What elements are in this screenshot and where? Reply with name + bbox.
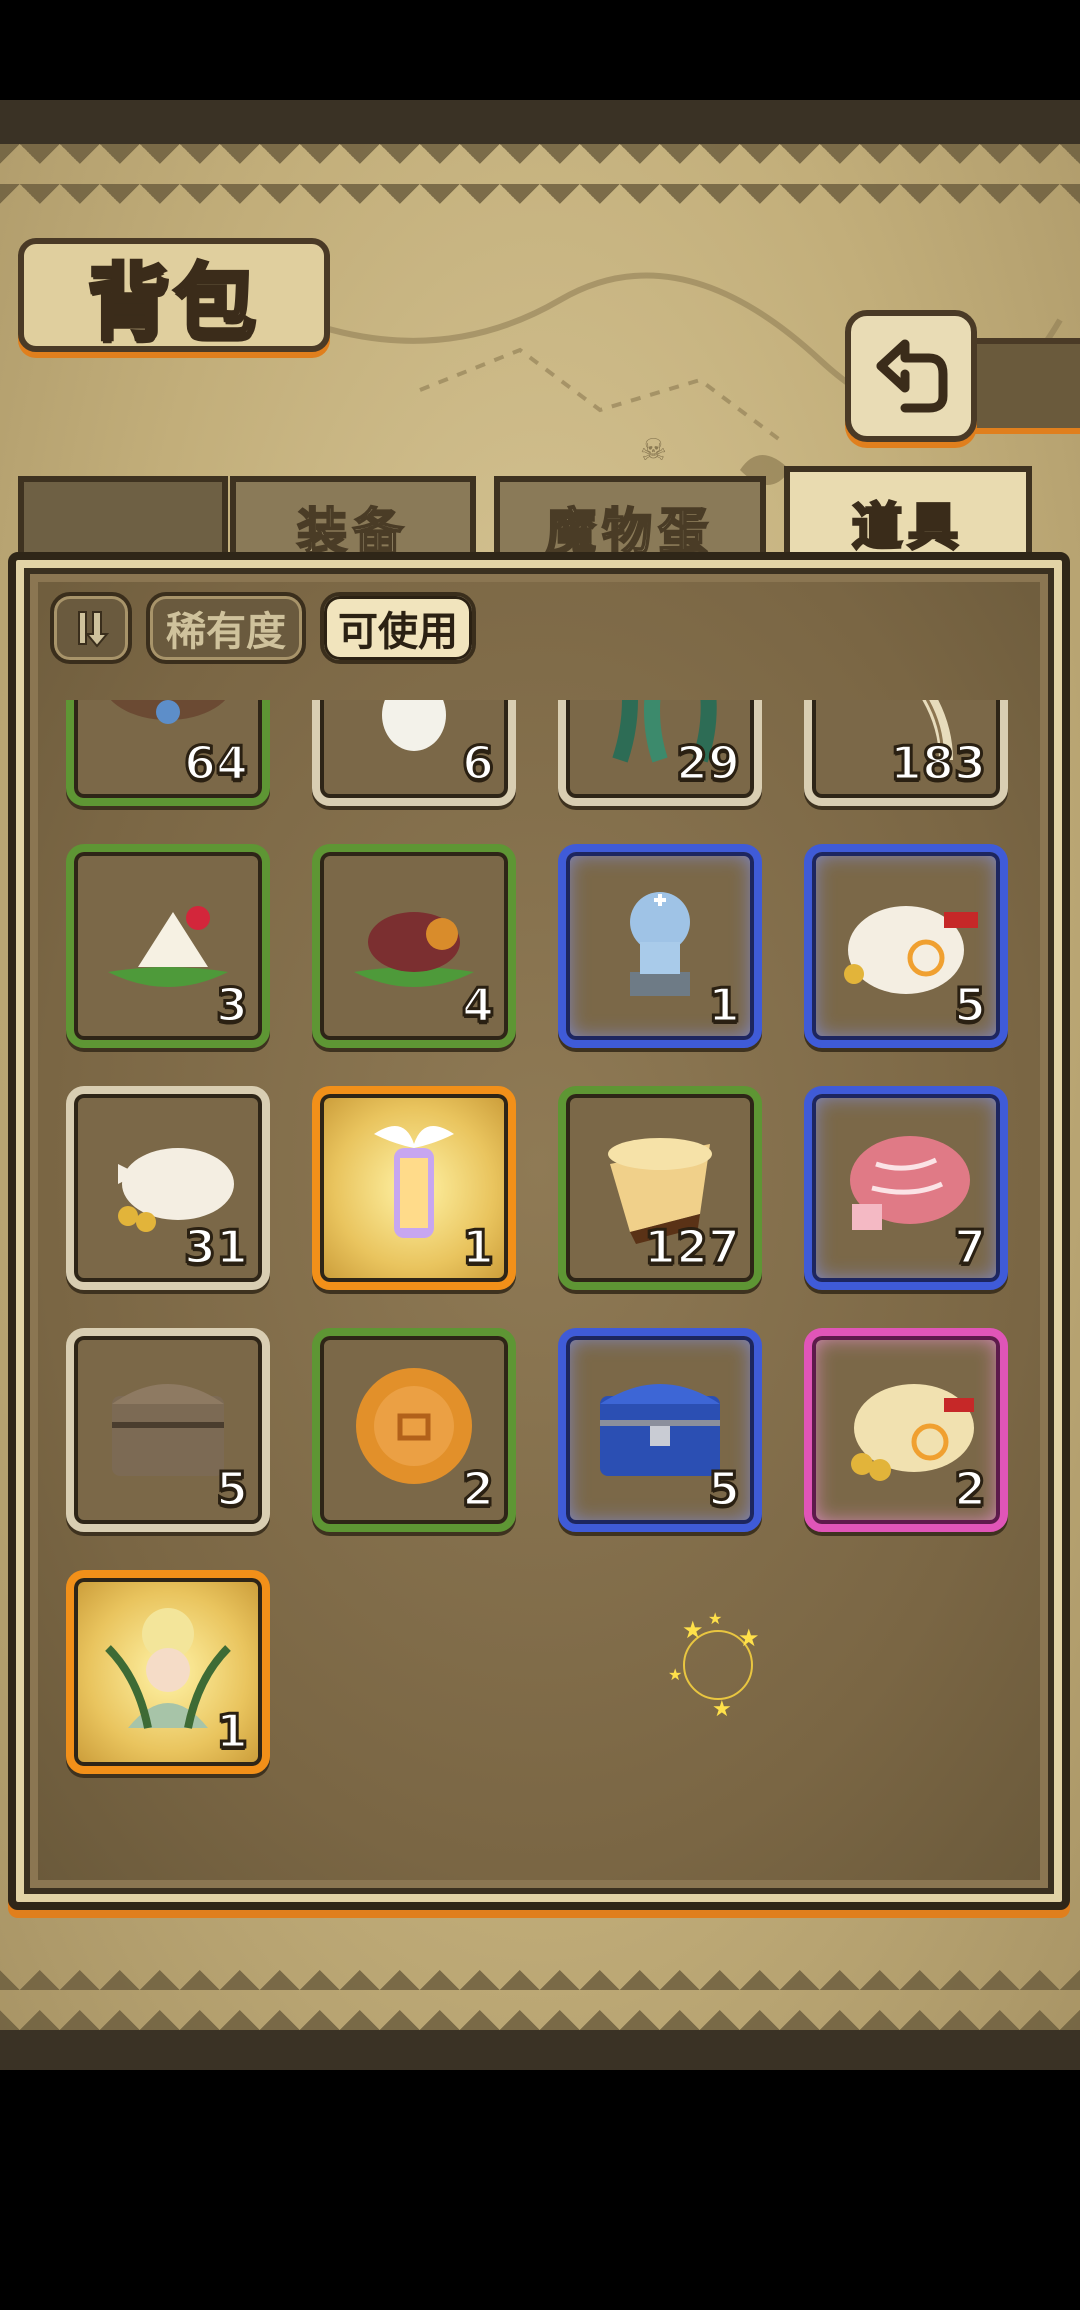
item-grid: 64 6 29 183 3 4 1 5 31 1 127 7 5 2 5 2 1: [66, 700, 1008, 1774]
item-slot-swirl-coin-sack[interactable]: 5: [804, 844, 1008, 1048]
page-title: 背包: [86, 253, 260, 353]
item-quantity: 4: [460, 977, 495, 1034]
item-grid-viewport[interactable]: 64 6 29 183 3 4 1 5 31 1 127 7 5 2 5 2 1: [40, 700, 1040, 1860]
item-quantity: 127: [642, 1219, 741, 1276]
item-quantity: 3: [214, 977, 249, 1034]
bottom-border: [0, 2030, 1080, 2070]
item-slot-knight-statue[interactable]: 1: [558, 844, 762, 1048]
svg-text:★: ★: [682, 1616, 704, 1644]
sort-toggle-button[interactable]: [50, 592, 132, 664]
svg-text:☠: ☠: [640, 433, 667, 468]
tab-items-label: 道具: [851, 497, 964, 558]
item-quantity: 5: [706, 1461, 741, 1518]
item-slot-blue-chest[interactable]: 5: [558, 1328, 762, 1532]
item-quantity: 1: [460, 1219, 495, 1276]
item-slot-quill-fish[interactable]: 183: [804, 700, 1008, 806]
svg-text:★: ★: [708, 1610, 722, 1628]
item-slot-seaweed[interactable]: 29: [558, 700, 762, 806]
item-slot-rice-dumpling[interactable]: 3: [66, 844, 270, 1048]
item-quantity: 2: [460, 1461, 495, 1518]
item-quantity: 2: [952, 1461, 987, 1518]
item-slot-coin-bag[interactable]: 31: [66, 1086, 270, 1290]
item-slot-wooden-chest[interactable]: 5: [66, 1328, 270, 1532]
item-quantity: 5: [952, 977, 987, 1034]
sort-icon: [78, 611, 110, 648]
item-quantity: 1: [706, 977, 741, 1034]
usable-filter-button[interactable]: 可使用: [320, 592, 476, 664]
item-quantity: 31: [182, 1219, 249, 1276]
item-quantity: 64: [182, 735, 249, 792]
back-button[interactable]: [845, 310, 977, 442]
item-slot-sweet-potato[interactable]: 4: [312, 844, 516, 1048]
item-slot-pudding[interactable]: 127: [558, 1086, 762, 1290]
item-quantity: 29: [674, 735, 741, 792]
item-slot-flower-fairy[interactable]: 1: [66, 1570, 270, 1774]
item-quantity: 6: [460, 735, 495, 792]
item-slot-big-coin-sack[interactable]: 2: [804, 1328, 1008, 1532]
bottom-zigzag-border: [0, 1970, 1080, 2030]
top-border: [0, 100, 1080, 144]
rarity-filter-button[interactable]: 稀有度: [146, 592, 306, 664]
item-slot-paw-bowl[interactable]: 64: [66, 700, 270, 806]
return-arrow-icon: [876, 339, 948, 413]
item-quantity: 7: [952, 1219, 987, 1276]
page-title-plate: 背包: [18, 238, 330, 353]
loading-sparkle-icon: ★ ★ ★ ★ ★: [668, 1610, 760, 1720]
item-slot-radish[interactable]: 6: [312, 700, 516, 806]
svg-text:★: ★: [668, 1665, 682, 1684]
item-quantity: 5: [214, 1461, 249, 1518]
svg-text:★: ★: [738, 1624, 760, 1652]
item-slot-winged-lantern[interactable]: 1: [312, 1086, 516, 1290]
item-slot-mooncake[interactable]: 2: [312, 1328, 516, 1532]
item-quantity: 183: [888, 735, 987, 792]
filter-bar: 稀有度 可使用: [50, 592, 476, 672]
item-slot-marbled-meat[interactable]: 7: [804, 1086, 1008, 1290]
top-zigzag-border: [0, 144, 1080, 204]
item-quantity: 1: [214, 1703, 249, 1760]
svg-text:★: ★: [712, 1697, 732, 1720]
back-rail: [960, 338, 1080, 434]
